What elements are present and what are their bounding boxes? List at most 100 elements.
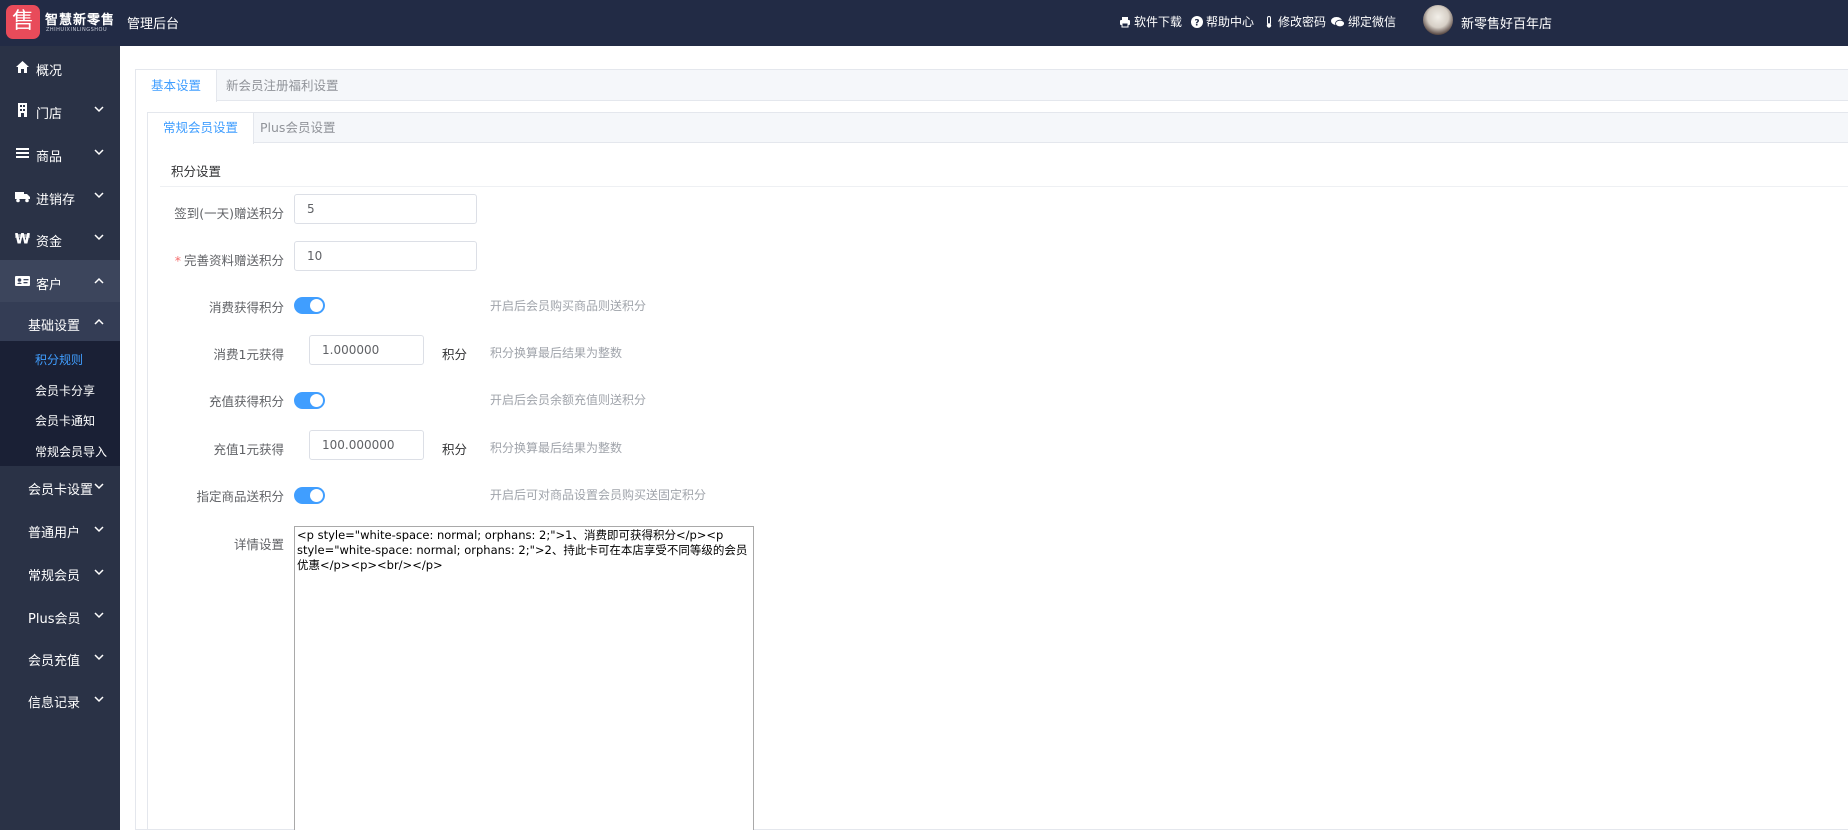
thermometer-icon bbox=[1266, 15, 1272, 28]
recharge-rate-label: 充值1元获得 bbox=[213, 442, 284, 457]
recharge-rate-unit: 积分 bbox=[442, 442, 468, 457]
avatar[interactable] bbox=[1423, 5, 1453, 35]
sidebar-sub-info-records[interactable]: 信息记录 bbox=[0, 679, 120, 721]
chevron-down-icon bbox=[94, 192, 104, 199]
won-icon: ₩ bbox=[15, 232, 30, 246]
chevron-up-icon bbox=[94, 277, 104, 284]
sidebar-item-label: 商品 bbox=[36, 150, 63, 165]
sidebar-sub-member-recharge[interactable]: 会员充值 bbox=[0, 637, 120, 679]
profile-points-label: * 完善资料赠送积分 bbox=[175, 250, 284, 269]
profile-points-label-text: 完善资料赠送积分 bbox=[183, 253, 284, 268]
sidebar-item-goods[interactable]: 商品 bbox=[0, 132, 120, 174]
printer-icon bbox=[1120, 16, 1130, 27]
sidebar-item-funds[interactable]: ₩ 资金 bbox=[0, 217, 120, 259]
tab-basic-settings[interactable]: 基本设置 bbox=[136, 70, 218, 102]
sidebar-subsub-member-import[interactable]: 常规会员导入 bbox=[35, 443, 107, 460]
chevron-down-icon bbox=[94, 106, 104, 113]
section-title: 积分设置 bbox=[171, 164, 222, 179]
detail-settings-label: 详情设置 bbox=[233, 537, 284, 552]
chevron-down-icon bbox=[94, 526, 104, 533]
checkin-points-label: 签到(一天)赠送积分 bbox=[174, 206, 284, 221]
id-card-icon bbox=[15, 276, 30, 286]
sidebar-item-label: 客户 bbox=[36, 278, 63, 293]
sidebar-sub-card-settings[interactable]: 会员卡设置 bbox=[0, 466, 120, 508]
sidebar-subsub-card-share[interactable]: 会员卡分享 bbox=[35, 382, 95, 399]
goods-points-switch-label: 指定商品送积分 bbox=[196, 489, 284, 504]
recharge-rate-hint: 积分换算最后结果为整数 bbox=[490, 441, 623, 455]
tab-regular-member-settings[interactable]: 常规会员设置 bbox=[148, 113, 255, 144]
sidebar-subsub-list: 积分规则 会员卡分享 会员卡通知 常规会员导入 bbox=[0, 341, 120, 466]
sidebar-subsub-card-notice[interactable]: 会员卡通知 bbox=[35, 412, 95, 429]
chat-bubbles-icon bbox=[1331, 16, 1345, 27]
consume-points-switch-label: 消费获得积分 bbox=[208, 300, 284, 315]
consume-rate-unit: 积分 bbox=[442, 347, 468, 362]
top-header: 售 智慧新零售 ZHIHUIXINLINGSHOU 管理后台 软件下载 ? 帮助… bbox=[0, 0, 1848, 46]
inner-tab-bar: 常规会员设置 Plus会员设置 bbox=[148, 113, 1848, 144]
sidebar-sub-label: Plus会员 bbox=[28, 612, 81, 627]
logo-name: 智慧新零售 bbox=[45, 13, 116, 28]
nav-software-download[interactable]: 软件下载 bbox=[1119, 13, 1182, 30]
recharge-points-switch-label: 充值获得积分 bbox=[208, 394, 284, 409]
nav-bind-wechat[interactable]: 绑定微信 bbox=[1331, 13, 1396, 30]
svg-text:?: ? bbox=[1194, 18, 1199, 28]
goods-points-switch-hint: 开启后可对商品设置会员购买送固定积分 bbox=[490, 488, 707, 502]
chevron-down-icon bbox=[94, 569, 104, 576]
recharge-rate-input[interactable] bbox=[309, 430, 424, 460]
outer-tab-bar: 基本设置 新会员注册福利设置 bbox=[136, 70, 1848, 102]
sidebar-item-label: 资金 bbox=[36, 235, 63, 250]
chevron-down-icon bbox=[94, 612, 104, 619]
sidebar-sub-regular-members[interactable]: 常规会员 bbox=[0, 552, 120, 594]
sidebar-item-customer[interactable]: 客户 bbox=[0, 260, 120, 303]
home-icon bbox=[16, 61, 29, 73]
building-icon bbox=[18, 103, 27, 117]
admin-title: 管理后台 bbox=[127, 17, 180, 32]
consume-points-switch-hint: 开启后会员购买商品则送积分 bbox=[490, 299, 647, 313]
chevron-down-icon bbox=[94, 234, 104, 241]
truck-icon bbox=[15, 192, 30, 203]
recharge-points-switch[interactable] bbox=[294, 392, 325, 409]
tab-plus-member-settings[interactable]: Plus会员设置 bbox=[245, 113, 350, 143]
nav-label: 软件下载 bbox=[1134, 15, 1183, 29]
chevron-down-icon bbox=[94, 696, 104, 703]
sidebar-sub-label: 基础设置 bbox=[28, 319, 81, 334]
sidebar-sub-label: 常规会员 bbox=[28, 569, 81, 584]
nav-change-password[interactable]: 修改密码 bbox=[1263, 13, 1326, 30]
consume-rate-hint: 积分换算最后结果为整数 bbox=[490, 346, 623, 360]
required-mark: * bbox=[174, 253, 181, 268]
goods-points-switch[interactable] bbox=[294, 487, 325, 504]
consume-rate-label: 消费1元获得 bbox=[213, 347, 284, 362]
main-content: 基本设置 新会员注册福利设置 常规会员设置 Plus会员设置 积分设置 签到(一… bbox=[120, 46, 1848, 830]
sidebar-sub-plus-members[interactable]: Plus会员 bbox=[0, 595, 120, 637]
sidebar-sub-label: 会员充值 bbox=[28, 654, 81, 669]
sidebar-sub-label: 普通用户 bbox=[28, 526, 81, 541]
sidebar-sub-basic-settings[interactable]: 基础设置 bbox=[0, 302, 120, 342]
consume-rate-input[interactable] bbox=[309, 335, 424, 365]
sidebar-item-label: 进销存 bbox=[36, 193, 76, 208]
sidebar-subsub-points-rules[interactable]: 积分规则 bbox=[35, 351, 83, 368]
nav-help-center[interactable]: ? 帮助中心 bbox=[1191, 13, 1254, 30]
sidebar-sub-label: 信息记录 bbox=[28, 696, 81, 711]
inner-panel: 常规会员设置 Plus会员设置 积分设置 签到(一天)赠送积分 *完善资料赠送积… bbox=[147, 112, 1848, 830]
user-name[interactable]: 新零售好百年店 bbox=[1461, 13, 1552, 32]
tab-new-member-benefits[interactable]: 新会员注册福利设置 bbox=[211, 70, 354, 101]
consume-points-switch[interactable] bbox=[294, 297, 325, 314]
question-circle-icon: ? bbox=[1191, 15, 1203, 28]
chevron-up-icon bbox=[94, 318, 104, 325]
list-icon bbox=[16, 148, 29, 158]
chevron-down-icon bbox=[94, 149, 104, 156]
nav-label: 帮助中心 bbox=[1206, 15, 1255, 29]
checkin-points-input[interactable] bbox=[294, 194, 477, 224]
svg-text:₩: ₩ bbox=[15, 232, 30, 246]
sidebar-item-label: 门店 bbox=[36, 107, 63, 122]
recharge-points-switch-hint: 开启后会员余额充值则送积分 bbox=[490, 393, 647, 407]
section-divider bbox=[160, 186, 1848, 187]
sidebar-item-store[interactable]: 门店 bbox=[0, 89, 120, 131]
sidebar-item-inventory[interactable]: 进销存 bbox=[0, 175, 120, 217]
sidebar-sub-normal-users[interactable]: 普通用户 bbox=[0, 509, 120, 551]
sidebar-item-overview[interactable]: 概况 bbox=[0, 46, 120, 88]
profile-points-input[interactable] bbox=[294, 241, 477, 271]
nav-label: 修改密码 bbox=[1278, 15, 1327, 29]
detail-settings-editor[interactable]: <p style="white-space: normal; orphans: … bbox=[294, 526, 754, 830]
sidebar: 概况 门店 商品 进销存 ₩ 资金 客户 基础设置 积分规则 会员卡分享 会员卡… bbox=[0, 46, 120, 830]
logo[interactable]: 售 智慧新零售 ZHIHUIXINLINGSHOU bbox=[6, 5, 118, 41]
